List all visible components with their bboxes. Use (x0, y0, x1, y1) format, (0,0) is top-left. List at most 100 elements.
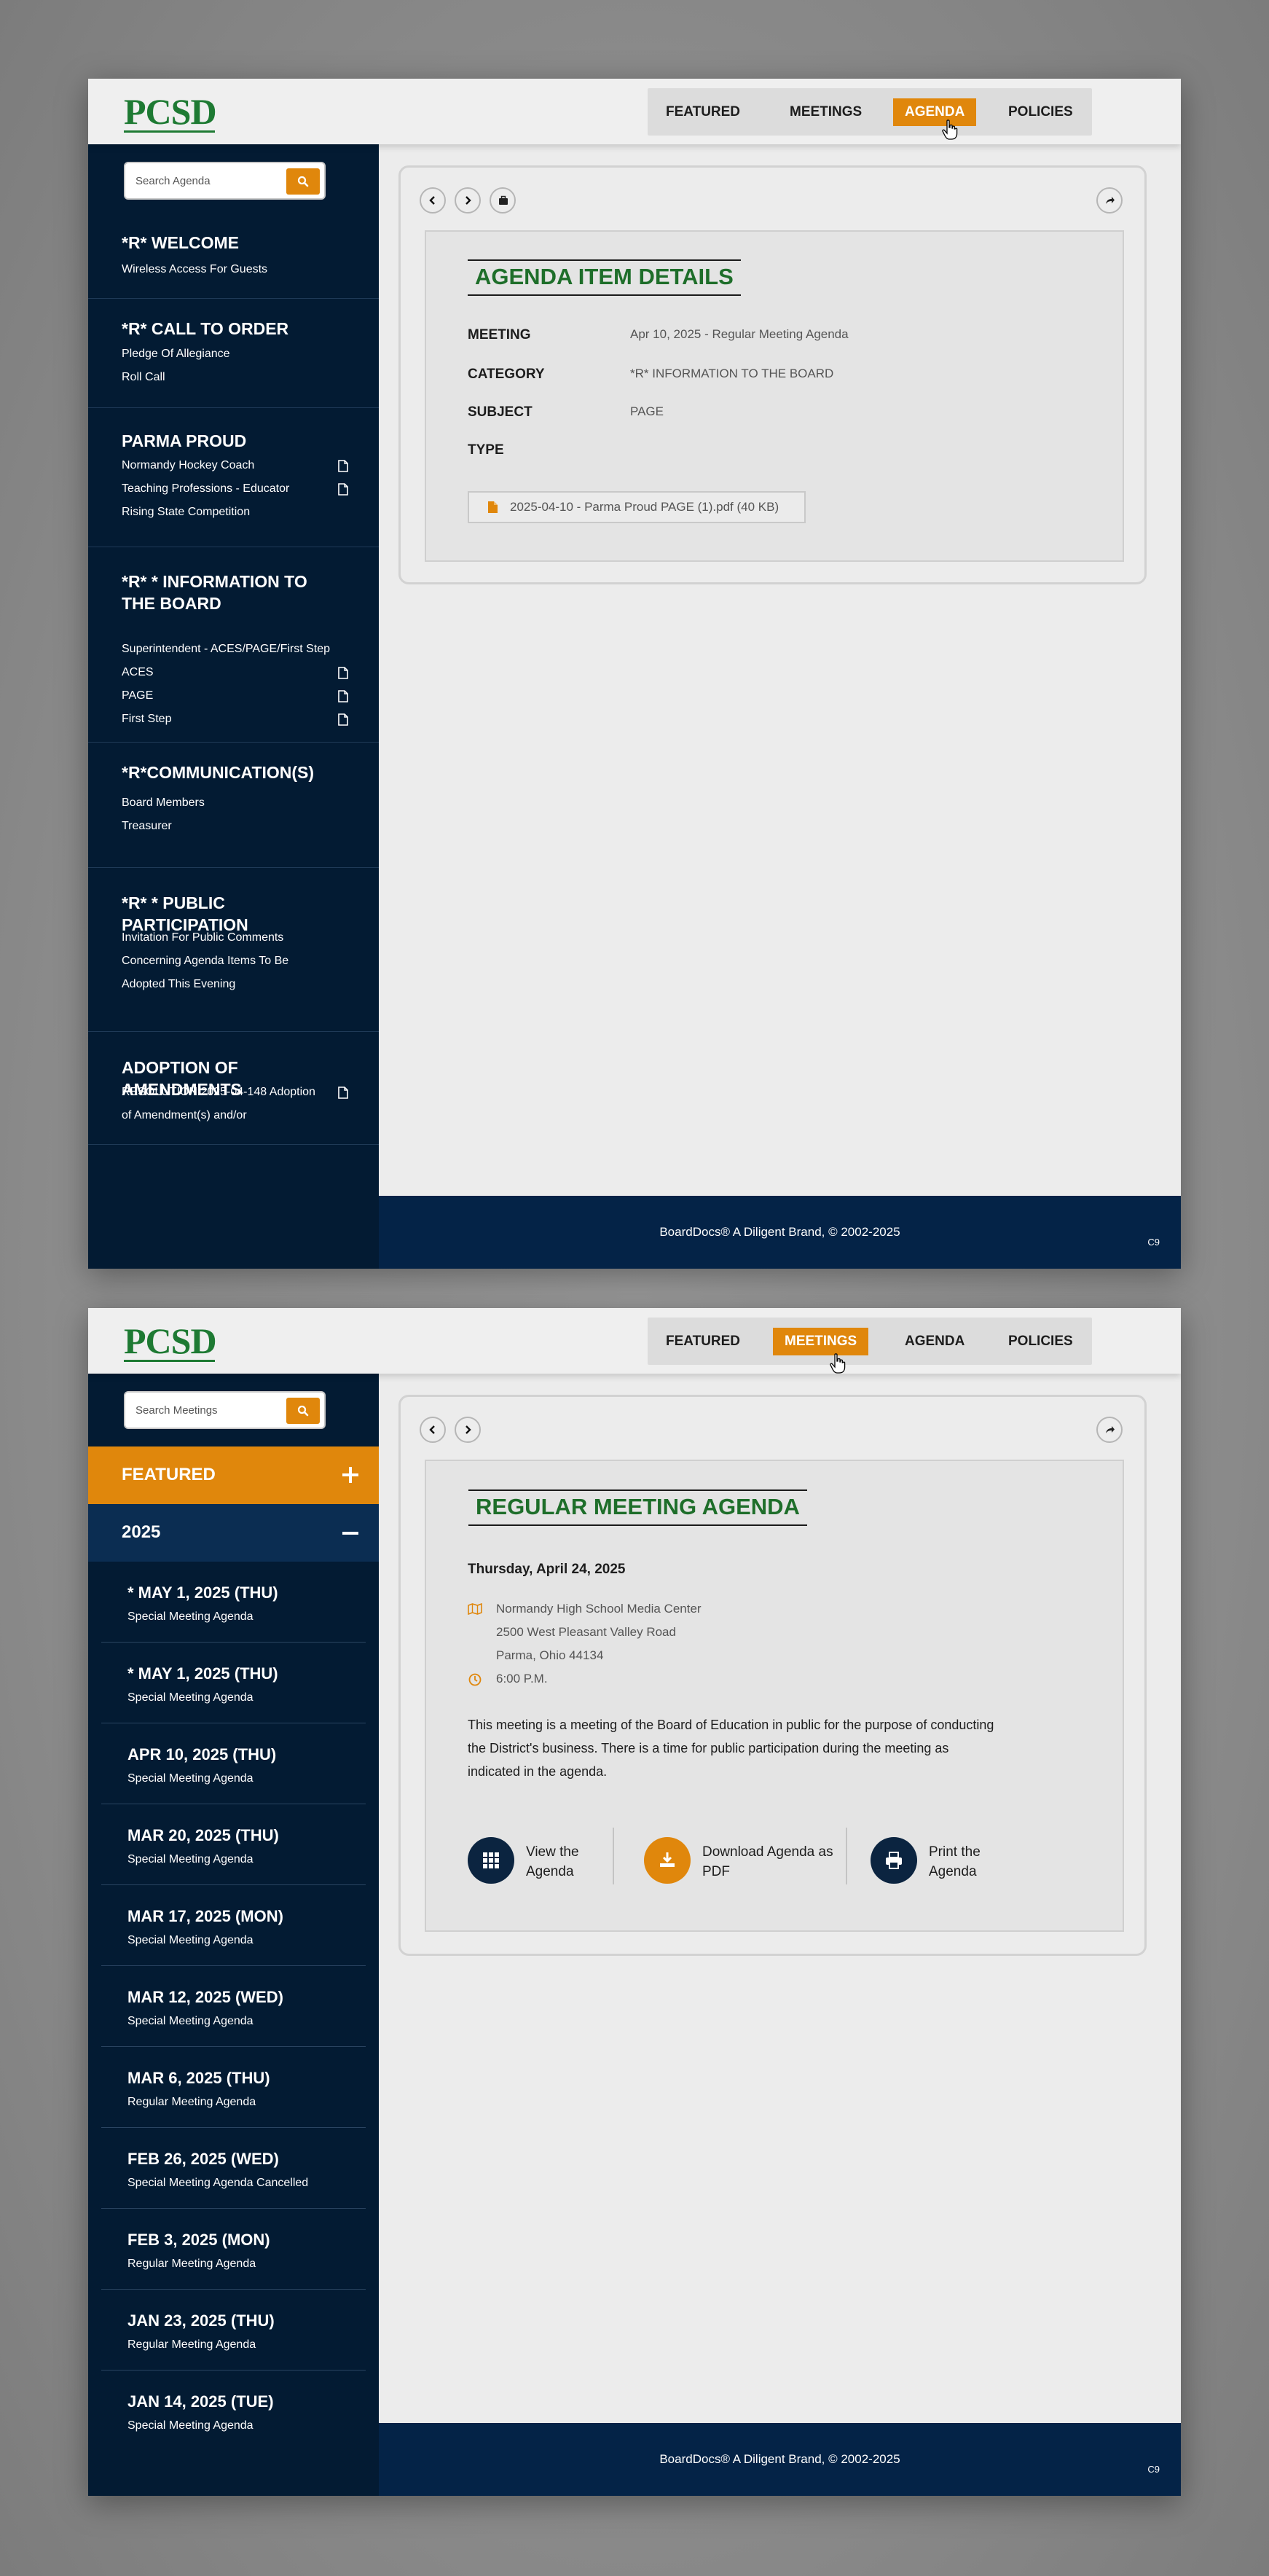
meeting-list-item[interactable]: FEB 26, 2025 (WED) Special Meeting Agend… (101, 2128, 366, 2209)
meeting-list-item[interactable]: * MAY 1, 2025 (THU) Special Meeting Agen… (101, 1562, 366, 1643)
meeting-list-item[interactable]: FEB 3, 2025 (MON) Regular Meeting Agenda (101, 2209, 366, 2290)
map-icon (468, 1603, 482, 1615)
agenda-item[interactable]: Wireless Access For Guests (122, 258, 267, 281)
meetings-search-button[interactable] (286, 1398, 320, 1424)
agenda-item[interactable]: Roll Call (122, 366, 165, 389)
nav-meetings[interactable]: MEETINGS (778, 98, 873, 126)
share-button[interactable] (1096, 1417, 1123, 1443)
document-icon[interactable] (338, 667, 348, 679)
agenda-item[interactable]: Concerning Agenda Items To Be (122, 950, 288, 973)
details-title: AGENDA ITEM DETAILS (468, 259, 741, 296)
featured-accordion[interactable]: FEATURED (88, 1446, 379, 1504)
previous-button[interactable] (420, 187, 446, 214)
meeting-list-item[interactable]: MAR 20, 2025 (THU) Special Meeting Agend… (101, 1804, 366, 1885)
meeting-date-heading: Thursday, April 24, 2025 (468, 1562, 626, 1577)
agenda-item[interactable]: Adopted This Evening (122, 973, 235, 996)
pcsd-logo[interactable]: PCSD (124, 1323, 217, 1359)
nav-policies[interactable]: POLICIES (997, 1328, 1085, 1355)
plus-icon (342, 1467, 358, 1483)
attachment-link[interactable]: 2025-04-10 - Parma Proud PAGE (1).pdf (4… (468, 491, 806, 523)
meeting-date: JAN 23, 2025 (THU) (127, 2311, 275, 2330)
meeting-list-item[interactable]: JAN 23, 2025 (THU) Regular Meeting Agend… (101, 2290, 366, 2371)
nav-agenda[interactable]: AGENDA (893, 98, 977, 126)
meeting-card: REGULAR MEETING AGENDA Thursday, April 2… (398, 1395, 1147, 1956)
section-title[interactable]: *R* WELCOME (122, 232, 333, 254)
nav-meetings[interactable]: MEETINGS (773, 1328, 869, 1355)
meeting-type: Regular Meeting Agenda (127, 2338, 256, 2351)
meeting-list-item[interactable]: JAN 14, 2025 (TUE) Special Meeting Agend… (101, 2371, 366, 2451)
logo-underline (124, 130, 215, 133)
agenda-item[interactable]: PAGE (122, 684, 153, 708)
agenda-item[interactable]: Treasurer (122, 815, 172, 838)
footer-copyright: BoardDocs® A Diligent Brand, © 2002-2025 (659, 2452, 900, 2466)
meeting-list-item[interactable]: MAR 17, 2025 (MON) Special Meeting Agend… (101, 1885, 366, 1966)
detail-value-category: *R* INFORMATION TO THE BOARD (630, 367, 834, 380)
section-title[interactable]: *R* CALL TO ORDER (122, 318, 333, 340)
nav-featured[interactable]: FEATURED (654, 1328, 752, 1355)
document-icon[interactable] (338, 460, 348, 472)
agenda-sidebar: *R* WELCOME Wireless Access For Guests *… (88, 144, 379, 1269)
meeting-type: Special Meeting Agenda (127, 2015, 254, 2027)
search-icon (297, 1405, 309, 1417)
nav-policies[interactable]: POLICIES (997, 98, 1085, 126)
pcsd-logo[interactable]: PCSD (124, 93, 217, 130)
document-icon[interactable] (338, 1087, 348, 1099)
agenda-item[interactable]: of Amendment(s) and/or (122, 1104, 247, 1127)
agenda-item[interactable]: Superintendent - ACES/PAGE/First Step (122, 638, 330, 661)
nav-agenda[interactable]: AGENDA (893, 1328, 976, 1355)
print-agenda-button[interactable]: Print the Agenda (871, 1833, 1053, 1884)
document-icon[interactable] (338, 690, 348, 702)
document-icon[interactable] (338, 483, 348, 496)
year-label: 2025 (122, 1522, 161, 1542)
next-button[interactable] (455, 1417, 481, 1443)
meeting-type: Special Meeting Agenda Cancelled (127, 2177, 309, 2189)
location-line: Parma, Ohio 44134 (496, 1648, 604, 1662)
download-pdf-label: Download Agenda as PDF (702, 1844, 833, 1879)
agenda-search-button[interactable] (286, 168, 320, 195)
agenda-item[interactable]: Normandy Hockey Coach (122, 454, 254, 477)
meetings-search (124, 1391, 326, 1429)
agenda-item[interactable]: Invitation For Public Comments (122, 926, 283, 950)
meeting-type: Regular Meeting Agenda (127, 2096, 256, 2108)
agenda-item[interactable]: Board Members (122, 791, 205, 815)
share-button[interactable] (1096, 187, 1123, 214)
footer-code: C9 (1147, 2464, 1160, 2475)
print-agenda-label: Print the Agenda (929, 1844, 981, 1879)
agenda-item[interactable]: First Step (122, 708, 171, 731)
detail-label-subject: SUBJECT (468, 404, 533, 420)
agenda-item[interactable]: RESOLUTION 2025-04-148 Adoption (122, 1081, 315, 1104)
section-title[interactable]: PARMA PROUD (122, 430, 333, 452)
download-pdf-button[interactable]: Download Agenda as PDF (644, 1833, 841, 1884)
meeting-list-item[interactable]: APR 10, 2025 (THU) Special Meeting Agend… (101, 1723, 366, 1804)
meeting-list-item[interactable]: MAR 12, 2025 (WED) Special Meeting Agend… (101, 1966, 366, 2047)
chevron-right-icon (465, 1425, 471, 1434)
meeting-type: Special Meeting Agenda (127, 1934, 254, 1946)
grid-icon (483, 1852, 499, 1868)
agenda-item[interactable]: Pledge Of Allegiance (122, 342, 230, 366)
agenda-search-input[interactable] (135, 171, 281, 190)
meeting-list-item[interactable]: * MAY 1, 2025 (THU) Special Meeting Agen… (101, 1643, 366, 1723)
printer-icon (886, 1852, 902, 1869)
meeting-list-item[interactable]: MAR 6, 2025 (THU) Regular Meeting Agenda (101, 2047, 366, 2128)
briefcase-button[interactable] (490, 187, 516, 214)
document-icon[interactable] (338, 713, 348, 726)
share-icon (1106, 197, 1115, 204)
view-agenda-button[interactable]: View the Agenda (468, 1833, 650, 1884)
year-accordion[interactable]: 2025 (88, 1504, 379, 1562)
section-title[interactable]: *R* * INFORMATION TO THE BOARD (122, 571, 333, 614)
agenda-item[interactable]: Rising State Competition (122, 501, 250, 524)
previous-button[interactable] (420, 1417, 446, 1443)
next-button[interactable] (455, 187, 481, 214)
nav-featured[interactable]: FEATURED (654, 98, 752, 126)
action-divider (846, 1828, 847, 1884)
search-icon (297, 176, 309, 187)
detail-label-category: CATEGORY (468, 367, 545, 382)
agenda-item[interactable]: ACES (122, 661, 154, 684)
file-icon (488, 501, 498, 513)
meetings-search-input[interactable] (135, 1401, 281, 1420)
agenda-item[interactable]: Teaching Professions - Educator (122, 477, 289, 501)
footer-copyright: BoardDocs® A Diligent Brand, © 2002-2025 (659, 1225, 900, 1239)
logo-underline (124, 1360, 215, 1362)
meeting-type: Special Meeting Agenda (127, 1853, 254, 1866)
section-title[interactable]: *R*COMMUNICATION(S) (122, 762, 333, 783)
